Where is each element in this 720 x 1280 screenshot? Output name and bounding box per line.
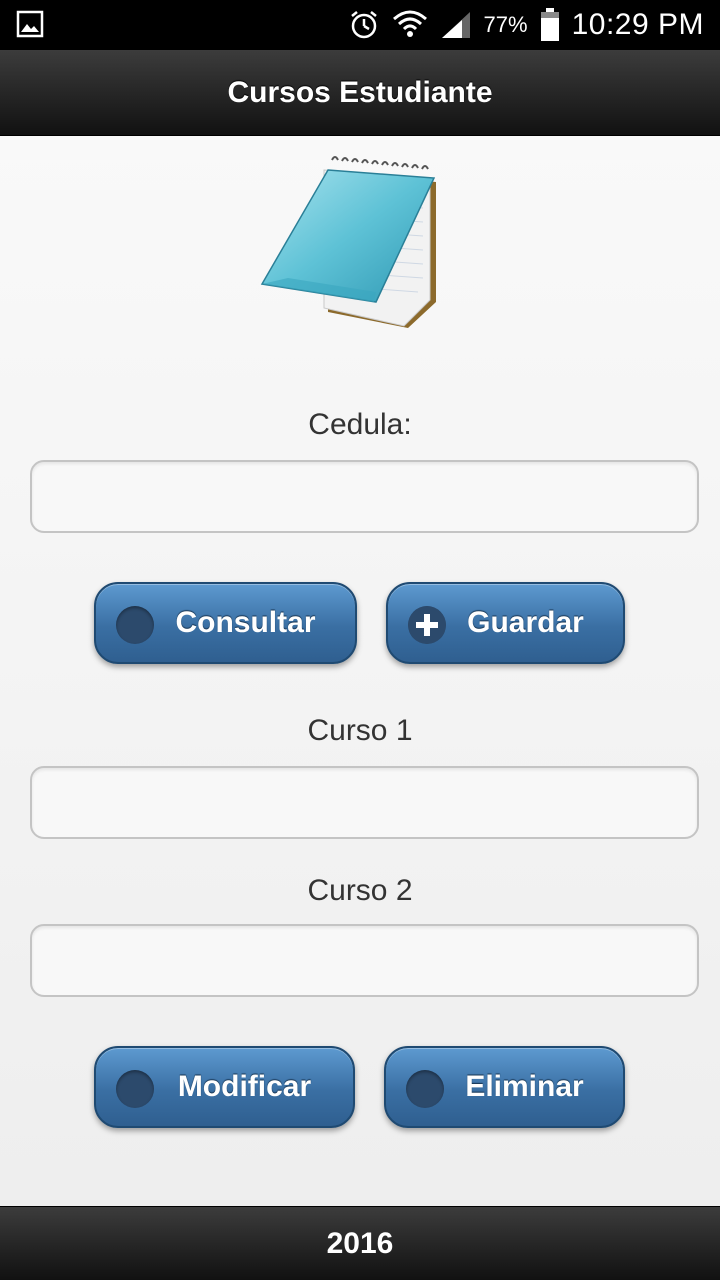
alarm-icon bbox=[350, 11, 377, 39]
cedula-label: Cedula: bbox=[308, 408, 412, 441]
eliminar-button[interactable]: Eliminar bbox=[384, 1046, 625, 1128]
battery-percent: 77% bbox=[483, 12, 528, 37]
modificar-label: Modificar bbox=[177, 1070, 312, 1103]
notepad-icon bbox=[260, 156, 436, 328]
modificar-button[interactable]: Modificar bbox=[94, 1046, 355, 1128]
wifi-icon bbox=[392, 10, 427, 37]
status-bar: 77% 10:29 PM bbox=[0, 0, 720, 50]
battery-icon bbox=[540, 8, 559, 41]
curso1-label: Curso 1 bbox=[307, 714, 413, 747]
curso2-label: Curso 2 bbox=[307, 874, 413, 907]
curso2-input[interactable] bbox=[30, 924, 699, 997]
clock: 10:29 PM bbox=[571, 8, 704, 41]
consultar-label: Consultar bbox=[175, 606, 316, 639]
gallery-icon bbox=[16, 10, 44, 38]
app-header: Cursos Estudiante bbox=[0, 50, 720, 136]
guardar-button[interactable]: Guardar bbox=[386, 582, 625, 664]
consultar-button[interactable]: Consultar bbox=[94, 582, 357, 664]
eliminar-label: Eliminar bbox=[465, 1070, 584, 1103]
page-title: Cursos Estudiante bbox=[227, 75, 493, 109]
signal-icon bbox=[441, 12, 470, 38]
cedula-input[interactable] bbox=[30, 460, 699, 533]
footer-text: 2016 bbox=[326, 1226, 394, 1260]
app-footer: 2016 bbox=[0, 1206, 720, 1280]
main-content: Cedula: Consultar Guardar Curso 1 Curso … bbox=[0, 136, 720, 1206]
guardar-label: Guardar bbox=[467, 606, 584, 639]
curso1-input[interactable] bbox=[30, 766, 699, 839]
